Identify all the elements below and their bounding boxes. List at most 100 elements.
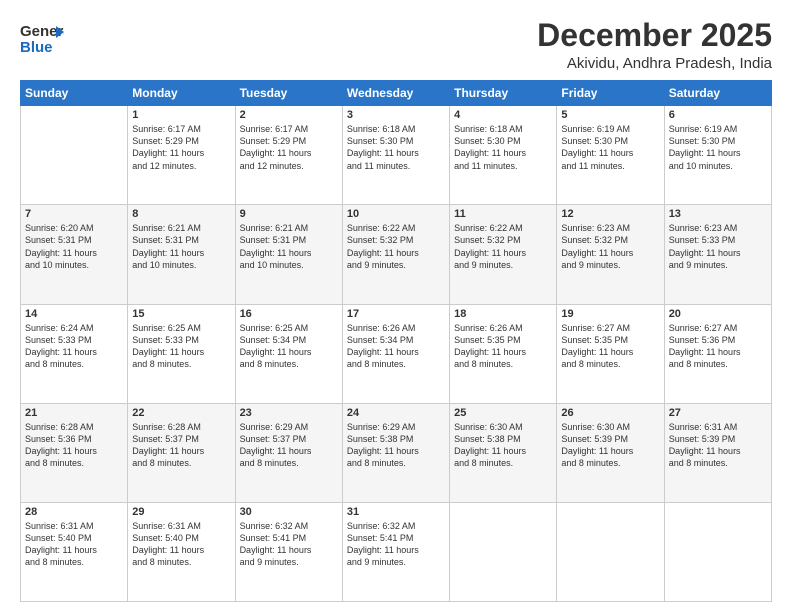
- day-info: Sunrise: 6:22 AM Sunset: 5:32 PM Dayligh…: [347, 222, 445, 271]
- day-info: Sunrise: 6:31 AM Sunset: 5:40 PM Dayligh…: [25, 520, 123, 569]
- day-info: Sunrise: 6:26 AM Sunset: 5:35 PM Dayligh…: [454, 322, 552, 371]
- day-info: Sunrise: 6:25 AM Sunset: 5:33 PM Dayligh…: [132, 322, 230, 371]
- day-info: Sunrise: 6:23 AM Sunset: 5:32 PM Dayligh…: [561, 222, 659, 271]
- day-number: 9: [240, 208, 338, 220]
- day-info: Sunrise: 6:32 AM Sunset: 5:41 PM Dayligh…: [347, 520, 445, 569]
- day-number: 31: [347, 506, 445, 518]
- calendar-cell: 16Sunrise: 6:25 AM Sunset: 5:34 PM Dayli…: [235, 304, 342, 403]
- day-number: 15: [132, 308, 230, 320]
- day-number: 19: [561, 308, 659, 320]
- day-number: 10: [347, 208, 445, 220]
- calendar-body: 1 Sunrise: 6:17 AM Sunset: 5:29 PM Daylig…: [21, 106, 772, 602]
- calendar-row: 28 Sunrise: 6:31 AM Sunset: 5:40 PM Dayli…: [21, 502, 772, 601]
- day-info: Sunrise: 6:19 AM Sunset: 5:30 PM Dayligh…: [561, 123, 659, 172]
- day-info: Sunrise: 6:20 AM Sunset: 5:31 PM Dayligh…: [25, 222, 123, 271]
- calendar-cell: 2 Sunrise: 6:17 AM Sunset: 5:29 PM Daylig…: [235, 106, 342, 205]
- day-info: Sunrise: 6:30 AM Sunset: 5:39 PM Dayligh…: [561, 421, 659, 470]
- calendar-row: 21 Sunrise: 6:28 AM Sunset: 5:36 PM Dayli…: [21, 403, 772, 502]
- calendar-cell: 20Sunrise: 6:27 AM Sunset: 5:36 PM Dayli…: [664, 304, 771, 403]
- day-info: Sunrise: 6:31 AM Sunset: 5:40 PM Dayligh…: [132, 520, 230, 569]
- day-info: Sunrise: 6:25 AM Sunset: 5:34 PM Dayligh…: [240, 322, 338, 371]
- calendar-cell: 11 Sunrise: 6:22 AM Sunset: 5:32 PM Dayli…: [450, 205, 557, 304]
- calendar-cell: 1 Sunrise: 6:17 AM Sunset: 5:29 PM Daylig…: [128, 106, 235, 205]
- day-number: 21: [25, 407, 123, 419]
- calendar-cell: 4 Sunrise: 6:18 AM Sunset: 5:30 PM Daylig…: [450, 106, 557, 205]
- day-number: 28: [25, 506, 123, 518]
- weekday-header-cell: Friday: [557, 81, 664, 106]
- calendar-cell: 14Sunrise: 6:24 AM Sunset: 5:33 PM Dayli…: [21, 304, 128, 403]
- calendar-row: 7 Sunrise: 6:20 AM Sunset: 5:31 PM Daylig…: [21, 205, 772, 304]
- day-info: Sunrise: 6:21 AM Sunset: 5:31 PM Dayligh…: [240, 222, 338, 271]
- day-number: 24: [347, 407, 445, 419]
- day-info: Sunrise: 6:17 AM Sunset: 5:29 PM Dayligh…: [240, 123, 338, 172]
- day-info: Sunrise: 6:26 AM Sunset: 5:34 PM Dayligh…: [347, 322, 445, 371]
- calendar-cell: 27Sunrise: 6:31 AM Sunset: 5:39 PM Dayli…: [664, 403, 771, 502]
- day-info: Sunrise: 6:22 AM Sunset: 5:32 PM Dayligh…: [454, 222, 552, 271]
- day-info: Sunrise: 6:24 AM Sunset: 5:33 PM Dayligh…: [25, 322, 123, 371]
- day-number: 13: [669, 208, 767, 220]
- day-number: 6: [669, 109, 767, 121]
- calendar-cell: 19 Sunrise: 6:27 AM Sunset: 5:35 PM Dayli…: [557, 304, 664, 403]
- day-number: 25: [454, 407, 552, 419]
- calendar-cell: 13 Sunrise: 6:23 AM Sunset: 5:33 PM Dayli…: [664, 205, 771, 304]
- calendar-cell: 7 Sunrise: 6:20 AM Sunset: 5:31 PM Daylig…: [21, 205, 128, 304]
- day-info: Sunrise: 6:27 AM Sunset: 5:35 PM Dayligh…: [561, 322, 659, 371]
- month-title: December 2025: [537, 18, 772, 53]
- day-info: Sunrise: 6:30 AM Sunset: 5:38 PM Dayligh…: [454, 421, 552, 470]
- weekday-header-row: SundayMondayTuesdayWednesdayThursdayFrid…: [21, 81, 772, 106]
- day-number: 26: [561, 407, 659, 419]
- weekday-header-cell: Monday: [128, 81, 235, 106]
- day-number: 4: [454, 109, 552, 121]
- day-number: 23: [240, 407, 338, 419]
- day-info: Sunrise: 6:18 AM Sunset: 5:30 PM Dayligh…: [454, 123, 552, 172]
- day-number: 20: [669, 308, 767, 320]
- calendar-cell: 5Sunrise: 6:19 AM Sunset: 5:30 PM Daylig…: [557, 106, 664, 205]
- calendar-cell: 31 Sunrise: 6:32 AM Sunset: 5:41 PM Dayli…: [342, 502, 449, 601]
- day-number: 3: [347, 109, 445, 121]
- calendar-cell: [21, 106, 128, 205]
- calendar-cell: 30 Sunrise: 6:32 AM Sunset: 5:41 PM Dayli…: [235, 502, 342, 601]
- calendar-cell: 28 Sunrise: 6:31 AM Sunset: 5:40 PM Dayli…: [21, 502, 128, 601]
- day-number: 1: [132, 109, 230, 121]
- calendar-cell: 22Sunrise: 6:28 AM Sunset: 5:37 PM Dayli…: [128, 403, 235, 502]
- calendar-cell: 10 Sunrise: 6:22 AM Sunset: 5:32 PM Dayli…: [342, 205, 449, 304]
- logo-icon: General Blue: [20, 18, 64, 58]
- calendar-row: 1 Sunrise: 6:17 AM Sunset: 5:29 PM Daylig…: [21, 106, 772, 205]
- svg-text:Blue: Blue: [20, 39, 53, 56]
- day-number: 12: [561, 208, 659, 220]
- page: General Blue December 2025 Akividu, Andh…: [0, 0, 792, 612]
- day-number: 2: [240, 109, 338, 121]
- calendar-cell: [557, 502, 664, 601]
- day-info: Sunrise: 6:32 AM Sunset: 5:41 PM Dayligh…: [240, 520, 338, 569]
- day-number: 8: [132, 208, 230, 220]
- day-info: Sunrise: 6:17 AM Sunset: 5:29 PM Dayligh…: [132, 123, 230, 172]
- day-info: Sunrise: 6:31 AM Sunset: 5:39 PM Dayligh…: [669, 421, 767, 470]
- calendar-cell: 17 Sunrise: 6:26 AM Sunset: 5:34 PM Dayli…: [342, 304, 449, 403]
- day-info: Sunrise: 6:28 AM Sunset: 5:36 PM Dayligh…: [25, 421, 123, 470]
- calendar-cell: 24Sunrise: 6:29 AM Sunset: 5:38 PM Dayli…: [342, 403, 449, 502]
- calendar-table: SundayMondayTuesdayWednesdayThursdayFrid…: [20, 80, 772, 602]
- calendar-cell: 25 Sunrise: 6:30 AM Sunset: 5:38 PM Dayli…: [450, 403, 557, 502]
- logo: General Blue: [20, 18, 64, 63]
- calendar-cell: 9 Sunrise: 6:21 AM Sunset: 5:31 PM Daylig…: [235, 205, 342, 304]
- day-number: 17: [347, 308, 445, 320]
- day-number: 29: [132, 506, 230, 518]
- calendar-cell: 3 Sunrise: 6:18 AM Sunset: 5:30 PM Daylig…: [342, 106, 449, 205]
- day-info: Sunrise: 6:19 AM Sunset: 5:30 PM Dayligh…: [669, 123, 767, 172]
- calendar-cell: 6 Sunrise: 6:19 AM Sunset: 5:30 PM Daylig…: [664, 106, 771, 205]
- day-number: 11: [454, 208, 552, 220]
- day-number: 7: [25, 208, 123, 220]
- weekday-header-cell: Tuesday: [235, 81, 342, 106]
- day-info: Sunrise: 6:29 AM Sunset: 5:37 PM Dayligh…: [240, 421, 338, 470]
- day-info: Sunrise: 6:23 AM Sunset: 5:33 PM Dayligh…: [669, 222, 767, 271]
- day-number: 30: [240, 506, 338, 518]
- calendar-cell: 12 Sunrise: 6:23 AM Sunset: 5:32 PM Dayli…: [557, 205, 664, 304]
- day-info: Sunrise: 6:21 AM Sunset: 5:31 PM Dayligh…: [132, 222, 230, 271]
- calendar-cell: 15 Sunrise: 6:25 AM Sunset: 5:33 PM Dayli…: [128, 304, 235, 403]
- day-info: Sunrise: 6:18 AM Sunset: 5:30 PM Dayligh…: [347, 123, 445, 172]
- calendar-cell: 26 Sunrise: 6:30 AM Sunset: 5:39 PM Dayli…: [557, 403, 664, 502]
- header: General Blue December 2025 Akividu, Andh…: [20, 18, 772, 72]
- calendar-cell: [664, 502, 771, 601]
- day-number: 18: [454, 308, 552, 320]
- location-title: Akividu, Andhra Pradesh, India: [537, 55, 772, 72]
